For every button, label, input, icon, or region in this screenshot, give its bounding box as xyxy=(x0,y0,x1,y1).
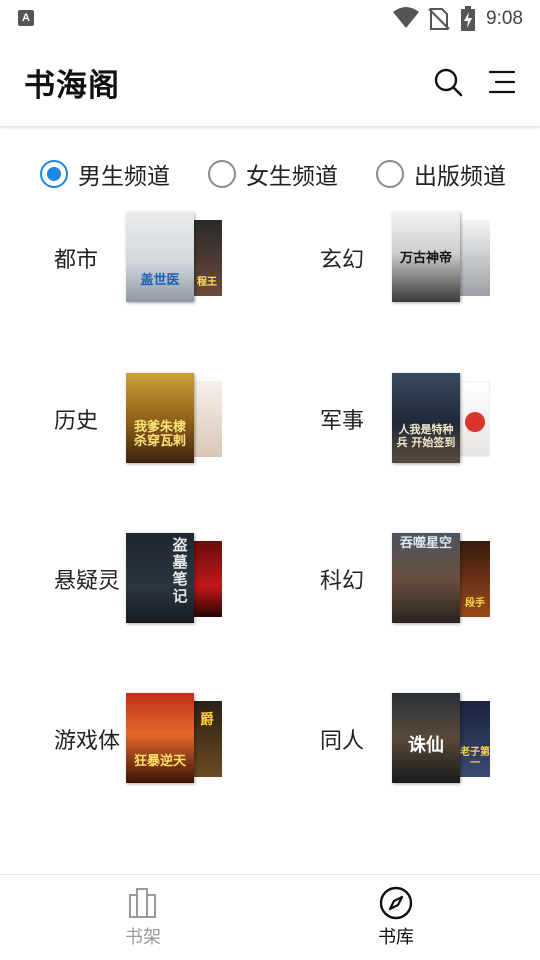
book-cover-back: 老子第一 xyxy=(460,701,490,777)
channel-radio-publish[interactable]: 出版频道 xyxy=(376,152,506,196)
book-cover-back: 段手 xyxy=(460,541,490,617)
channel-radio-female[interactable]: 女生频道 xyxy=(208,152,338,196)
book-cover-back xyxy=(192,541,222,617)
nav-label: 书架 xyxy=(125,927,161,948)
app-title: 书海阁 xyxy=(24,68,120,104)
radio-unselected-icon xyxy=(376,160,404,188)
book-cover-front: 人我是特种兵 开始签到 xyxy=(392,373,460,463)
category-label: 游戏体 xyxy=(54,729,121,754)
channel-label: 出版频道 xyxy=(414,164,506,190)
channel-selector: 男生频道 女生频道 出版频道 xyxy=(0,152,540,196)
category-lishi[interactable]: 历史 我爹朱棣 杀穿瓦剌 xyxy=(54,373,304,473)
category-label: 军事 xyxy=(320,409,365,434)
nav-tab-library[interactable]: 书库 xyxy=(356,885,436,955)
channel-label: 女生频道 xyxy=(246,164,338,190)
category-junshi[interactable]: 军事 人我是特种兵 开始签到 xyxy=(320,373,540,473)
book-cover-front: 诛仙 xyxy=(392,693,460,783)
category-xuanyi[interactable]: 悬疑灵 盗墓笔记 xyxy=(54,533,304,633)
compass-icon xyxy=(379,886,413,920)
category-label: 玄幻 xyxy=(320,248,365,273)
book-cover-back: 爵 xyxy=(192,701,222,777)
bottom-nav: 书架 书库 xyxy=(0,874,540,960)
book-cover-back: 程王 xyxy=(192,220,222,296)
radio-unselected-icon xyxy=(208,160,236,188)
search-icon[interactable] xyxy=(432,66,464,98)
book-cover-front: 万古神帝 xyxy=(392,212,460,302)
no-sim-icon xyxy=(428,8,450,30)
app-notification-icon: A xyxy=(18,10,34,26)
status-bar: A 9:08 xyxy=(0,0,540,38)
radio-selected-icon xyxy=(40,160,68,188)
book-cover-front: 盖世医 xyxy=(126,212,194,302)
category-youxi[interactable]: 游戏体 爵 狂暴逆天 xyxy=(54,693,304,793)
book-cover-front: 我爹朱棣 杀穿瓦剌 xyxy=(126,373,194,463)
category-tongren[interactable]: 同人 老子第一 诛仙 xyxy=(320,693,540,793)
category-label: 科幻 xyxy=(320,569,365,594)
book-cover-back xyxy=(460,381,490,457)
book-cover-back xyxy=(460,220,490,296)
status-clock: 9:08 xyxy=(486,8,523,29)
category-dushi[interactable]: 都市 程王 盖世医 xyxy=(54,212,304,312)
bookshelf-icon xyxy=(129,888,156,918)
book-cover-back xyxy=(192,381,222,457)
nav-label: 书库 xyxy=(378,927,414,948)
nav-tab-bookshelf[interactable]: 书架 xyxy=(103,885,183,955)
wifi-icon xyxy=(393,7,419,28)
book-cover-front: 吞噬星空 xyxy=(392,533,460,623)
book-cover-front: 狂暴逆天 xyxy=(126,693,194,783)
category-label: 历史 xyxy=(54,409,99,434)
sun-decoration xyxy=(465,412,485,432)
book-cover-front: 盗墓笔记 xyxy=(126,533,194,623)
category-kehuan[interactable]: 科幻 段手 吞噬星空 xyxy=(320,533,540,633)
channel-label: 男生频道 xyxy=(78,164,170,190)
channel-radio-male[interactable]: 男生频道 xyxy=(40,152,170,196)
app-bar: 书海阁 xyxy=(0,38,540,126)
menu-icon[interactable] xyxy=(486,68,518,96)
category-label: 都市 xyxy=(54,248,99,273)
category-xuanhuan[interactable]: 玄幻 万古神帝 xyxy=(320,212,540,312)
category-label: 同人 xyxy=(320,729,365,754)
battery-charging-icon xyxy=(461,6,475,31)
category-label: 悬疑灵 xyxy=(54,569,121,594)
